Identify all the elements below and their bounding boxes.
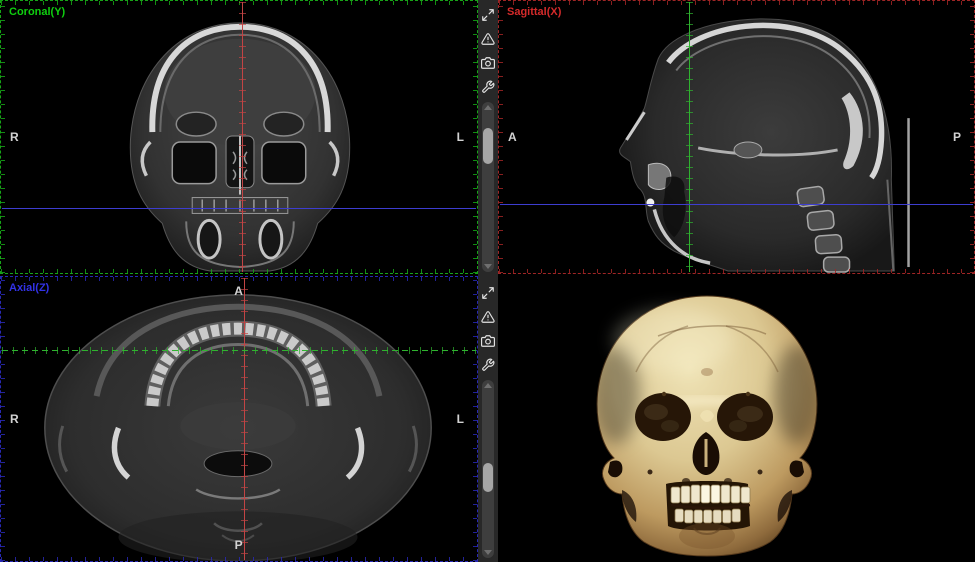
axial-ct-slice bbox=[1, 277, 477, 561]
skull-3d-render bbox=[498, 276, 975, 562]
orientation-label-l: L bbox=[457, 412, 464, 426]
coronal-slice-scrollbar[interactable] bbox=[482, 102, 494, 272]
expand-icon[interactable] bbox=[479, 7, 497, 23]
orientation-label-l: L bbox=[457, 130, 464, 144]
warning-icon[interactable] bbox=[479, 309, 497, 325]
camera-icon[interactable] bbox=[479, 55, 497, 71]
wrench-icon[interactable] bbox=[479, 357, 497, 373]
orientation-label-a: A bbox=[508, 130, 517, 144]
axial-slice-scrollbar[interactable] bbox=[482, 380, 494, 558]
pane-label-sagittal: Sagittal(X) bbox=[507, 6, 561, 18]
scroll-down-icon[interactable] bbox=[484, 264, 492, 269]
camera-icon[interactable] bbox=[479, 333, 497, 349]
orientation-label-p: P bbox=[953, 130, 961, 144]
scroll-down-icon[interactable] bbox=[484, 550, 492, 555]
scroll-up-icon[interactable] bbox=[484, 105, 492, 110]
pane-label-axial: Axial(Z) bbox=[9, 282, 49, 294]
orientation-label-a: A bbox=[234, 284, 243, 298]
expand-icon[interactable] bbox=[479, 285, 497, 301]
orientation-label-p: P bbox=[235, 538, 243, 552]
orientation-label-r: R bbox=[10, 130, 19, 144]
warning-icon[interactable] bbox=[479, 31, 497, 47]
pane-axial[interactable]: Axial(Z) A R L P bbox=[0, 276, 478, 562]
coronal-crosshair-vertical[interactable] bbox=[242, 2, 243, 272]
pane-3d-volume[interactable] bbox=[498, 276, 975, 562]
mpr-viewport: Coronal(Y) R L bbox=[0, 0, 975, 562]
sagittal-crosshair-vertical[interactable] bbox=[689, 2, 690, 272]
sagittal-crosshair-horizontal[interactable] bbox=[500, 204, 973, 205]
axial-crosshair-horizontal[interactable] bbox=[2, 350, 476, 351]
coronal-toolbar bbox=[478, 7, 498, 95]
pane-coronal[interactable]: Coronal(Y) R L bbox=[0, 0, 478, 274]
scroll-up-icon[interactable] bbox=[484, 383, 492, 388]
scrollbar-thumb[interactable] bbox=[483, 463, 493, 492]
pane-sagittal[interactable]: Sagittal(X) A P bbox=[498, 0, 975, 274]
axial-toolbar bbox=[478, 285, 498, 373]
axial-crosshair-vertical[interactable] bbox=[244, 278, 245, 560]
scrollbar-thumb[interactable] bbox=[483, 128, 493, 164]
pane-label-coronal: Coronal(Y) bbox=[9, 6, 65, 18]
center-divider bbox=[478, 0, 498, 562]
wrench-icon[interactable] bbox=[479, 79, 497, 95]
coronal-crosshair-horizontal[interactable] bbox=[2, 208, 476, 209]
sagittal-ct-slice bbox=[499, 1, 974, 273]
orientation-label-r: R bbox=[10, 412, 19, 426]
